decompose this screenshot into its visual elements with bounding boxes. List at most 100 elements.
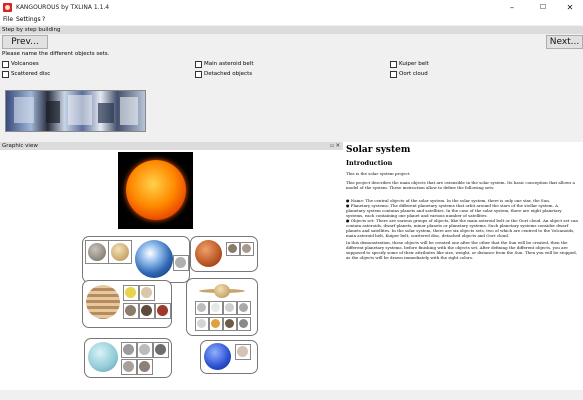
callisto-thumb[interactable] [139, 303, 155, 319]
banner-image [5, 90, 146, 132]
group-mars[interactable] [190, 236, 258, 272]
earth-icon[interactable] [135, 240, 173, 278]
document-view[interactable]: Solar system Introduction This is the so… [343, 142, 583, 390]
prev-button[interactable]: Prev... [2, 35, 48, 49]
menu-file[interactable]: File [3, 16, 13, 23]
checkbox-label: Scattered disc [11, 71, 51, 77]
enceladus-thumb[interactable] [209, 301, 223, 315]
enceladus-icon [211, 303, 220, 312]
checkbox-box[interactable] [2, 71, 9, 78]
titania-thumb[interactable] [121, 359, 137, 375]
graphic-view-header: Graphic view ▫ ✕ [0, 142, 343, 150]
mimas-thumb[interactable] [195, 301, 209, 315]
moon-thumb-small[interactable] [155, 303, 171, 319]
minimize-button[interactable]: – [499, 0, 525, 15]
iapetus-icon [225, 319, 234, 328]
checkbox-label: Volcanoes [11, 61, 39, 67]
app-icon [3, 3, 12, 12]
doc-paragraph-3: ● Name: The central objects of the solar… [346, 198, 578, 238]
graphic-view-controls[interactable]: ▫ ✕ [330, 142, 340, 150]
builder-panel-title: Step by step building [2, 27, 61, 33]
moon-thumb[interactable] [173, 255, 189, 271]
uranus-icon[interactable] [88, 342, 118, 372]
doc-paragraph-1: This is the solar system project. [346, 171, 411, 176]
phobos-thumb[interactable] [226, 242, 240, 256]
jupiter-icon[interactable] [86, 285, 120, 319]
venus-thumb[interactable] [108, 240, 132, 264]
venus-icon [111, 243, 129, 261]
sun-icon [126, 160, 186, 220]
umbriel-icon [155, 344, 166, 355]
checkbox-label: Detached objects [204, 71, 253, 77]
doc-paragraph-2: This project describes the main objects … [346, 180, 575, 190]
window-title: KANGOUROUS by TXLINA 1.1.4 [16, 4, 110, 11]
miranda-thumb[interactable] [121, 342, 137, 358]
io-icon [125, 287, 136, 298]
saturn-icon[interactable] [199, 284, 245, 298]
group-jupiter[interactable] [82, 280, 172, 328]
checkbox-box[interactable] [195, 61, 202, 68]
mercury-thumb[interactable] [85, 240, 109, 264]
europa-thumb[interactable] [139, 285, 155, 301]
mimas-icon [197, 303, 206, 312]
doc-paragraph-4: In this demonstration, these objects wil… [346, 240, 577, 260]
checkbox-label: Kuiper belt [399, 61, 429, 67]
graphic-view-canvas[interactable] [0, 150, 343, 390]
instruction-text: Please name the different objects sets. [2, 51, 110, 57]
europa-icon [141, 287, 152, 298]
group-saturn[interactable] [186, 278, 258, 336]
checkbox-box[interactable] [2, 61, 9, 68]
mercury-icon [88, 243, 106, 261]
status-bar [0, 390, 583, 400]
triton-thumb[interactable] [235, 344, 251, 360]
callisto-icon [141, 305, 152, 316]
tethys-icon [225, 303, 234, 312]
menu-help[interactable]: ? [42, 16, 45, 23]
checkbox-label: Main asteroid belt [204, 61, 254, 67]
deimos-icon [242, 244, 251, 253]
maximize-button[interactable]: ☐ [530, 0, 556, 15]
umbriel-thumb[interactable] [153, 342, 169, 358]
titania-icon [123, 361, 134, 372]
deimos-thumb[interactable] [240, 242, 254, 256]
dione-icon [239, 303, 248, 312]
tethys-thumb[interactable] [223, 301, 237, 315]
menu-bar: File Settings ? [0, 15, 583, 25]
title-bar: KANGOUROUS by TXLINA 1.1.4 – ☐ ✕ [0, 0, 583, 15]
ganymede-icon [125, 305, 136, 316]
mars-icon[interactable] [195, 240, 222, 267]
miranda-icon [123, 344, 134, 355]
menu-settings[interactable]: Settings [16, 16, 41, 23]
group-neptune[interactable] [200, 340, 258, 374]
checkbox-box[interactable] [390, 61, 397, 68]
triton-icon [237, 346, 248, 357]
group-mercury-venus-earth[interactable] [82, 236, 190, 283]
neptune-icon[interactable] [204, 343, 231, 370]
hyperion-thumb[interactable] [237, 317, 251, 331]
ariel-thumb[interactable] [137, 342, 153, 358]
group-uranus[interactable] [84, 338, 172, 378]
oberon-thumb[interactable] [137, 359, 153, 375]
rhea-icon [197, 319, 206, 328]
document-heading: Introduction [346, 159, 393, 167]
sun-image[interactable] [118, 152, 193, 229]
builder-panel-header: Step by step building [0, 26, 583, 34]
titan-thumb[interactable] [209, 317, 223, 331]
dione-thumb[interactable] [237, 301, 251, 315]
iapetus-thumb[interactable] [223, 317, 237, 331]
moon-icon [175, 257, 186, 268]
document-title: Solar system [346, 145, 411, 155]
checkbox-box[interactable] [195, 71, 202, 78]
phobos-icon [228, 244, 237, 253]
next-button[interactable]: Next... [546, 35, 583, 49]
moon-icon [157, 305, 168, 316]
rhea-thumb[interactable] [195, 317, 209, 331]
graphic-view-title: Graphic view [2, 143, 38, 149]
close-button[interactable]: ✕ [557, 0, 583, 15]
checkbox-box[interactable] [390, 71, 397, 78]
oberon-icon [139, 361, 150, 372]
io-thumb[interactable] [123, 285, 139, 301]
ganymede-thumb[interactable] [123, 303, 139, 319]
titan-icon [211, 319, 220, 328]
hyperion-icon [239, 319, 248, 328]
